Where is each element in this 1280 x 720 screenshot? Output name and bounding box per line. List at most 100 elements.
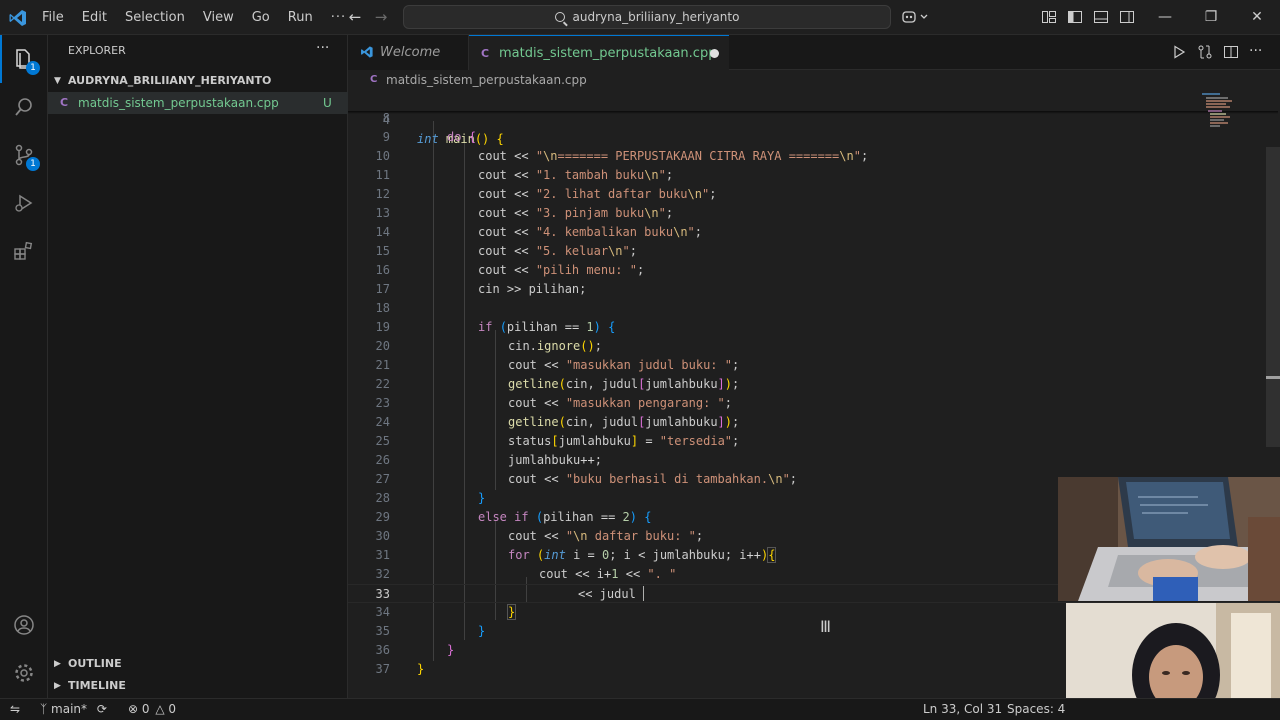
explorer-icon[interactable]: 1 — [0, 35, 48, 83]
code-line[interactable]: 14 cout << "4. kembalikan buku\n"; — [348, 223, 1278, 242]
source-control-icon[interactable]: 1 — [0, 131, 48, 179]
remote-indicator-icon[interactable]: ⇋ — [0, 699, 30, 720]
code-line[interactable]: 12 cout << "2. lihat daftar buku\n"; — [348, 185, 1278, 204]
code-line[interactable]: 23 cout << "masukkan pengarang: "; — [348, 394, 1278, 413]
code-line[interactable]: 9 do { — [348, 128, 1278, 147]
code-line[interactable]: 8 — [348, 109, 1278, 128]
outline-section[interactable]: ▶ OUTLINE — [48, 653, 348, 675]
menu-bar: File Edit Selection View Go Run ··· — [33, 0, 355, 35]
webcam-overlay-hands — [1058, 477, 1280, 601]
vscode-icon — [361, 46, 373, 58]
minimize-icon[interactable]: — — [1142, 0, 1188, 35]
code-line[interactable]: 22 getline(cin, judul[jumlahbuku]); — [348, 375, 1278, 394]
code-line[interactable]: 10 cout << "\n======= PERPUSTAKAAN CITRA … — [348, 147, 1278, 166]
code-line[interactable]: 20 cin.ignore(); — [348, 337, 1278, 356]
code-line[interactable]: 11 cout << "1. tambah buku\n"; — [348, 166, 1278, 185]
tab-label: Welcome — [380, 45, 441, 60]
cpp-file-icon: C — [60, 96, 69, 109]
vscode-logo-icon — [9, 10, 26, 26]
chevron-right-icon: ▶ — [54, 659, 61, 669]
folder-name: AUDRYNA_BRILIIANY_HERIYANTO — [68, 74, 272, 87]
menu-view[interactable]: View — [194, 0, 243, 35]
explorer-badge: 1 — [26, 61, 40, 75]
menu-go[interactable]: Go — [243, 0, 279, 35]
mouse-ibeam-cursor-icon: Ⅲ — [820, 617, 832, 636]
back-arrow-icon[interactable]: ← — [347, 9, 363, 25]
file-tree-item[interactable]: C matdis_sistem_perpustakaan.cpp U — [48, 92, 348, 114]
source-control-badge: 1 — [26, 157, 40, 171]
problems-status[interactable]: ⊗ 0 △ 0 — [128, 699, 176, 720]
menu-file[interactable]: File — [33, 0, 73, 35]
menu-selection[interactable]: Selection — [116, 0, 194, 35]
close-icon[interactable]: ✕ — [1234, 0, 1280, 35]
toggle-secondary-sidebar-icon[interactable] — [1119, 9, 1135, 25]
more-actions-icon[interactable]: ··· — [316, 40, 329, 56]
code-line[interactable]: 19 if (pilihan == 1) { — [348, 318, 1278, 337]
breadcrumb-file[interactable]: matdis_sistem_perpustakaan.cpp — [386, 70, 587, 90]
breadcrumb: C matdis_sistem_perpustakaan.cpp — [348, 70, 1280, 92]
text-cursor — [643, 586, 645, 601]
error-icon: ⊗ — [128, 702, 139, 716]
menu-edit[interactable]: Edit — [73, 0, 116, 35]
cursor-position[interactable]: Ln 33, Col 31 — [923, 699, 1002, 720]
tab-cpp-file[interactable]: C matdis_sistem_perpustakaan.cpp U — [469, 35, 729, 96]
search-icon — [554, 12, 565, 22]
copilot-icon[interactable] — [901, 9, 933, 25]
code-line[interactable]: 26 jumlahbuku++; — [348, 451, 1278, 470]
compare-changes-icon[interactable] — [1197, 44, 1213, 60]
chevron-right-icon: ▶ — [54, 681, 61, 691]
menu-run[interactable]: Run — [279, 0, 322, 35]
warning-icon: △ — [155, 702, 165, 716]
customize-layout-icon[interactable] — [1041, 9, 1057, 25]
account-icon[interactable] — [0, 601, 48, 649]
forward-arrow-icon[interactable]: → — [373, 9, 389, 25]
scrollbar-cursor-marker — [1266, 376, 1280, 379]
sync-icon[interactable]: ⟳ — [97, 702, 107, 716]
command-center-search[interactable]: audryna_briliiany_heriyanto — [403, 5, 891, 29]
branch-name: main* — [51, 702, 88, 716]
extensions-icon[interactable] — [0, 227, 48, 275]
split-editor-icon[interactable] — [1223, 44, 1239, 60]
cpp-file-icon: C — [370, 74, 378, 85]
tab-welcome[interactable]: Welcome — [348, 35, 469, 70]
cpp-file-icon: C — [481, 47, 490, 60]
more-actions-icon[interactable]: ··· — [1249, 44, 1265, 60]
run-file-icon[interactable] — [1171, 44, 1187, 60]
webcam-hands-image — [1058, 477, 1280, 601]
restore-icon[interactable]: ❐ — [1188, 0, 1234, 35]
chevron-down-icon: ▼ — [54, 76, 61, 86]
warning-count: 0 — [168, 702, 177, 716]
command-center-label: audryna_briliiany_heriyanto — [572, 10, 740, 24]
file-name: matdis_sistem_perpustakaan.cpp — [78, 96, 279, 110]
unsaved-dot-icon[interactable] — [710, 49, 719, 58]
code-line[interactable]: 17 cin >> pilihan; — [348, 280, 1278, 299]
explorer-sidebar: EXPLORER ··· ▼ AUDRYNA_BRILIIANY_HERIYAN… — [48, 35, 348, 698]
search-icon[interactable] — [0, 83, 48, 131]
toggle-panel-icon[interactable] — [1093, 9, 1109, 25]
code-line[interactable]: 24 getline(cin, judul[jumlahbuku]); — [348, 413, 1278, 432]
indentation-status[interactable]: Spaces: 4 — [1007, 699, 1065, 720]
code-line[interactable]: 15 cout << "5. keluar\n"; — [348, 242, 1278, 261]
git-branch-icon: ᛉ — [40, 702, 48, 716]
timeline-label: TIMELINE — [68, 679, 126, 692]
code-line[interactable]: 21 cout << "masukkan judul buku: "; — [348, 356, 1278, 375]
branch-status[interactable]: ᛉ main* ⟳ — [40, 699, 107, 720]
error-count: 0 — [141, 702, 150, 716]
code-line[interactable]: 16 cout << "pilih menu: "; — [348, 261, 1278, 280]
minimap[interactable] — [1200, 92, 1270, 152]
run-debug-icon[interactable] — [0, 179, 48, 227]
untracked-status: U — [323, 96, 332, 110]
sidebar-title: EXPLORER — [68, 44, 126, 57]
vertical-scrollbar[interactable] — [1266, 147, 1280, 447]
timeline-section[interactable]: ▶ TIMELINE — [48, 675, 348, 697]
code-line[interactable]: 25 status[jumlahbuku] = "tersedia"; — [348, 432, 1278, 451]
toggle-primary-sidebar-icon[interactable] — [1067, 9, 1083, 25]
title-bar: File Edit Selection View Go Run ··· ← → … — [0, 0, 1280, 35]
activity-bar: 1 1 — [0, 35, 48, 698]
manage-gear-icon[interactable] — [0, 649, 48, 697]
code-line[interactable]: 18 — [348, 299, 1278, 318]
code-line[interactable]: 13 cout << "3. pinjam buku\n"; — [348, 204, 1278, 223]
status-bar: ⇋ ᛉ main* ⟳ ⊗ 0 △ 0 Ln 33, Col 31 Spaces… — [0, 698, 1280, 720]
outline-label: OUTLINE — [68, 657, 122, 670]
workspace-folder[interactable]: ▼ AUDRYNA_BRILIIANY_HERIYANTO — [48, 70, 348, 92]
